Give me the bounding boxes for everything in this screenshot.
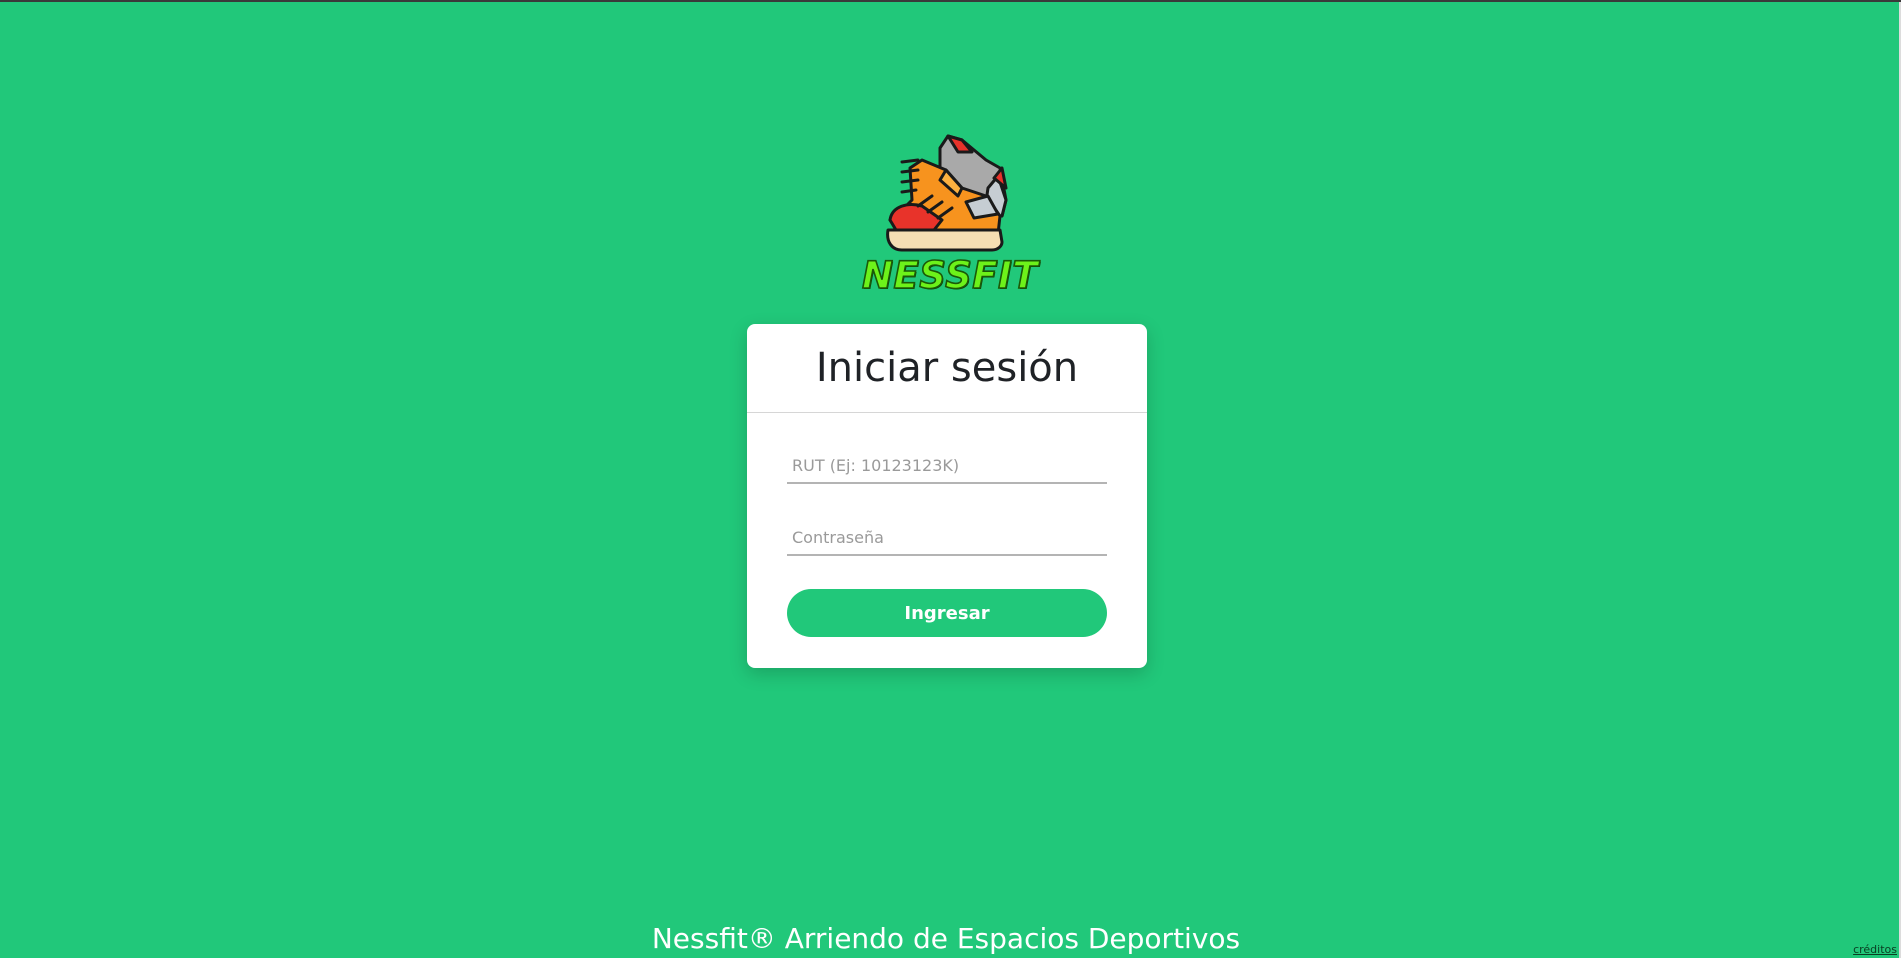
logo-wordmark: NESSFIT bbox=[861, 253, 1038, 298]
nessfit-logo: NESSFIT bbox=[861, 130, 1038, 300]
footer-text: Nessfit® Arriendo de Espacios Deportivos bbox=[651, 922, 1241, 955]
login-card-header: Iniciar sesión bbox=[747, 324, 1147, 413]
login-card: Iniciar sesión Ingresar bbox=[747, 324, 1147, 668]
credits-link[interactable]: créditos bbox=[1853, 943, 1897, 956]
password-input[interactable] bbox=[787, 520, 1107, 556]
rut-input[interactable] bbox=[787, 448, 1107, 484]
sneakers-icon bbox=[886, 134, 1008, 252]
login-submit-button[interactable]: Ingresar bbox=[787, 589, 1107, 637]
login-page: NESSFIT Iniciar sesión Ingresar Nessfit®… bbox=[0, 2, 1901, 958]
login-title: Iniciar sesión bbox=[815, 345, 1079, 391]
